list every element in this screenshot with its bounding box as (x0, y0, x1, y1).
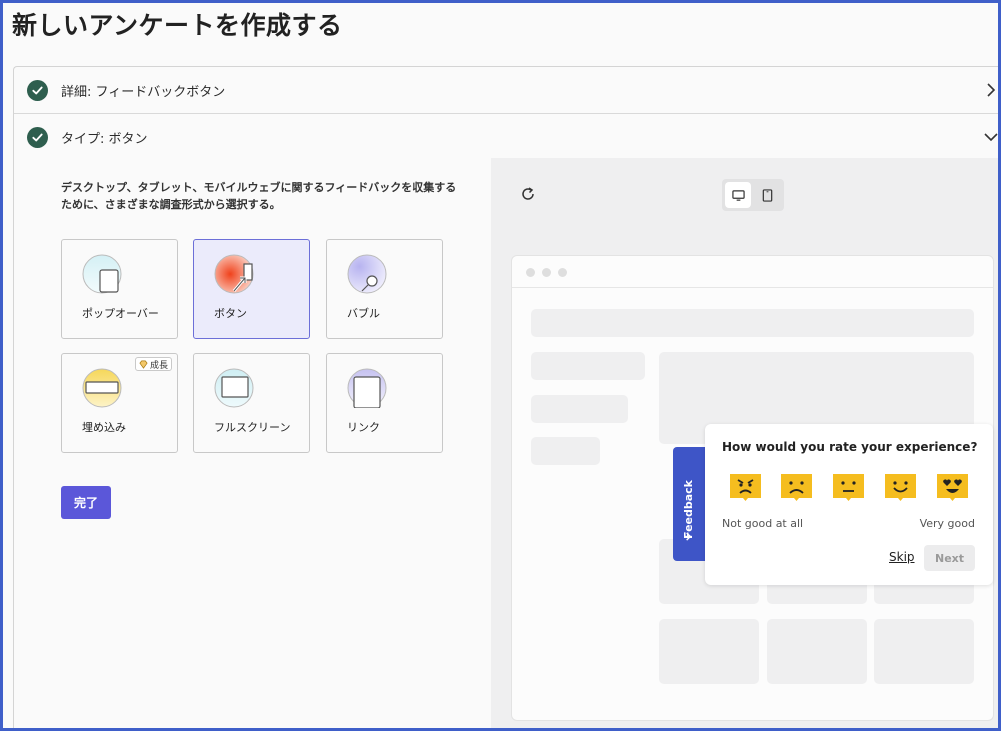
placeholder-block (531, 395, 628, 423)
scale-low-label: Not good at all (722, 517, 804, 530)
survey-widget: How would you rate your experience? Not … (705, 424, 993, 585)
option-label: リンク (347, 421, 380, 434)
placeholder-block (874, 619, 974, 684)
scale-high-label: Very good (919, 517, 975, 530)
bubble-icon (347, 254, 387, 294)
page-title: 新しいアンケートを作成する (12, 11, 343, 40)
tablet-view-button[interactable] (754, 182, 780, 208)
smile-face-icon[interactable] (883, 472, 918, 502)
type-option-embed[interactable]: 成長 埋め込み (61, 353, 178, 453)
type-description: デスクトップ、タブレット、モバイルウェブに関するフィードバックを収集するために、… (61, 181, 457, 211)
window-dot (542, 268, 551, 277)
chevron-right-icon (686, 532, 692, 541)
window-dot (558, 268, 567, 277)
option-label: バブル (347, 307, 380, 320)
placeholder-block (767, 619, 867, 684)
accordion-type-label: タイプ: ボタン (61, 132, 148, 147)
desktop-icon (731, 189, 745, 201)
survey-question: How would you rate your experience? (722, 440, 978, 454)
growth-plan-badge: 成長 (134, 357, 172, 371)
type-option-bubble[interactable]: バブル (326, 239, 443, 339)
love-face-icon[interactable] (935, 472, 970, 502)
button-icon (214, 254, 254, 294)
completed-check-icon (27, 127, 48, 148)
next-button[interactable]: Next (924, 545, 975, 571)
chevron-right-icon[interactable] (983, 82, 999, 98)
option-label: ポップオーバー (82, 307, 159, 320)
accordion-details-label: 詳細: フィードバックボタン (61, 84, 226, 100)
type-option-popover[interactable]: ポップオーバー (61, 239, 178, 339)
reload-icon[interactable] (520, 186, 536, 202)
accordion-details-row[interactable]: 詳細: フィードバックボタン (14, 67, 1001, 114)
option-label: フルスクリーン (214, 421, 291, 434)
badge-label: 成長 (149, 360, 168, 371)
popover-icon (82, 254, 122, 294)
type-option-fullscreen[interactable]: フルスクリーン (193, 353, 310, 453)
window-dot (526, 268, 535, 277)
completed-check-icon (27, 79, 48, 101)
placeholder-block (531, 437, 600, 465)
tablet-icon (762, 188, 772, 202)
feedback-tab-button[interactable]: Feedback (673, 447, 706, 561)
option-label: ボタン (214, 307, 247, 320)
accordion-panel: 詳細: フィードバックボタン タイプ: ボタン デスクトップ、タブレット、モバイ… (13, 66, 1001, 731)
device-toggle (722, 179, 784, 211)
gem-icon (139, 360, 148, 369)
skip-button[interactable]: Skip (889, 550, 915, 564)
desktop-view-button[interactable] (725, 182, 751, 208)
sad-face-icon[interactable] (779, 472, 814, 502)
fullscreen-icon (214, 368, 254, 408)
neutral-face-icon[interactable] (831, 472, 866, 502)
type-option-button[interactable]: ボタン (193, 239, 310, 339)
placeholder-block (531, 352, 645, 380)
placeholder-block (659, 619, 759, 684)
done-button[interactable]: 完了 (61, 486, 111, 519)
browser-titlebar (512, 256, 993, 288)
link-icon (347, 368, 387, 408)
angry-face-icon[interactable] (728, 472, 763, 502)
type-option-link[interactable]: リンク (326, 353, 443, 453)
option-label: 埋め込み (82, 421, 126, 434)
chevron-down-icon[interactable] (983, 129, 999, 145)
embed-icon (82, 368, 122, 408)
placeholder-block (531, 309, 974, 337)
accordion-type-row[interactable]: タイプ: ボタン (14, 114, 1001, 161)
